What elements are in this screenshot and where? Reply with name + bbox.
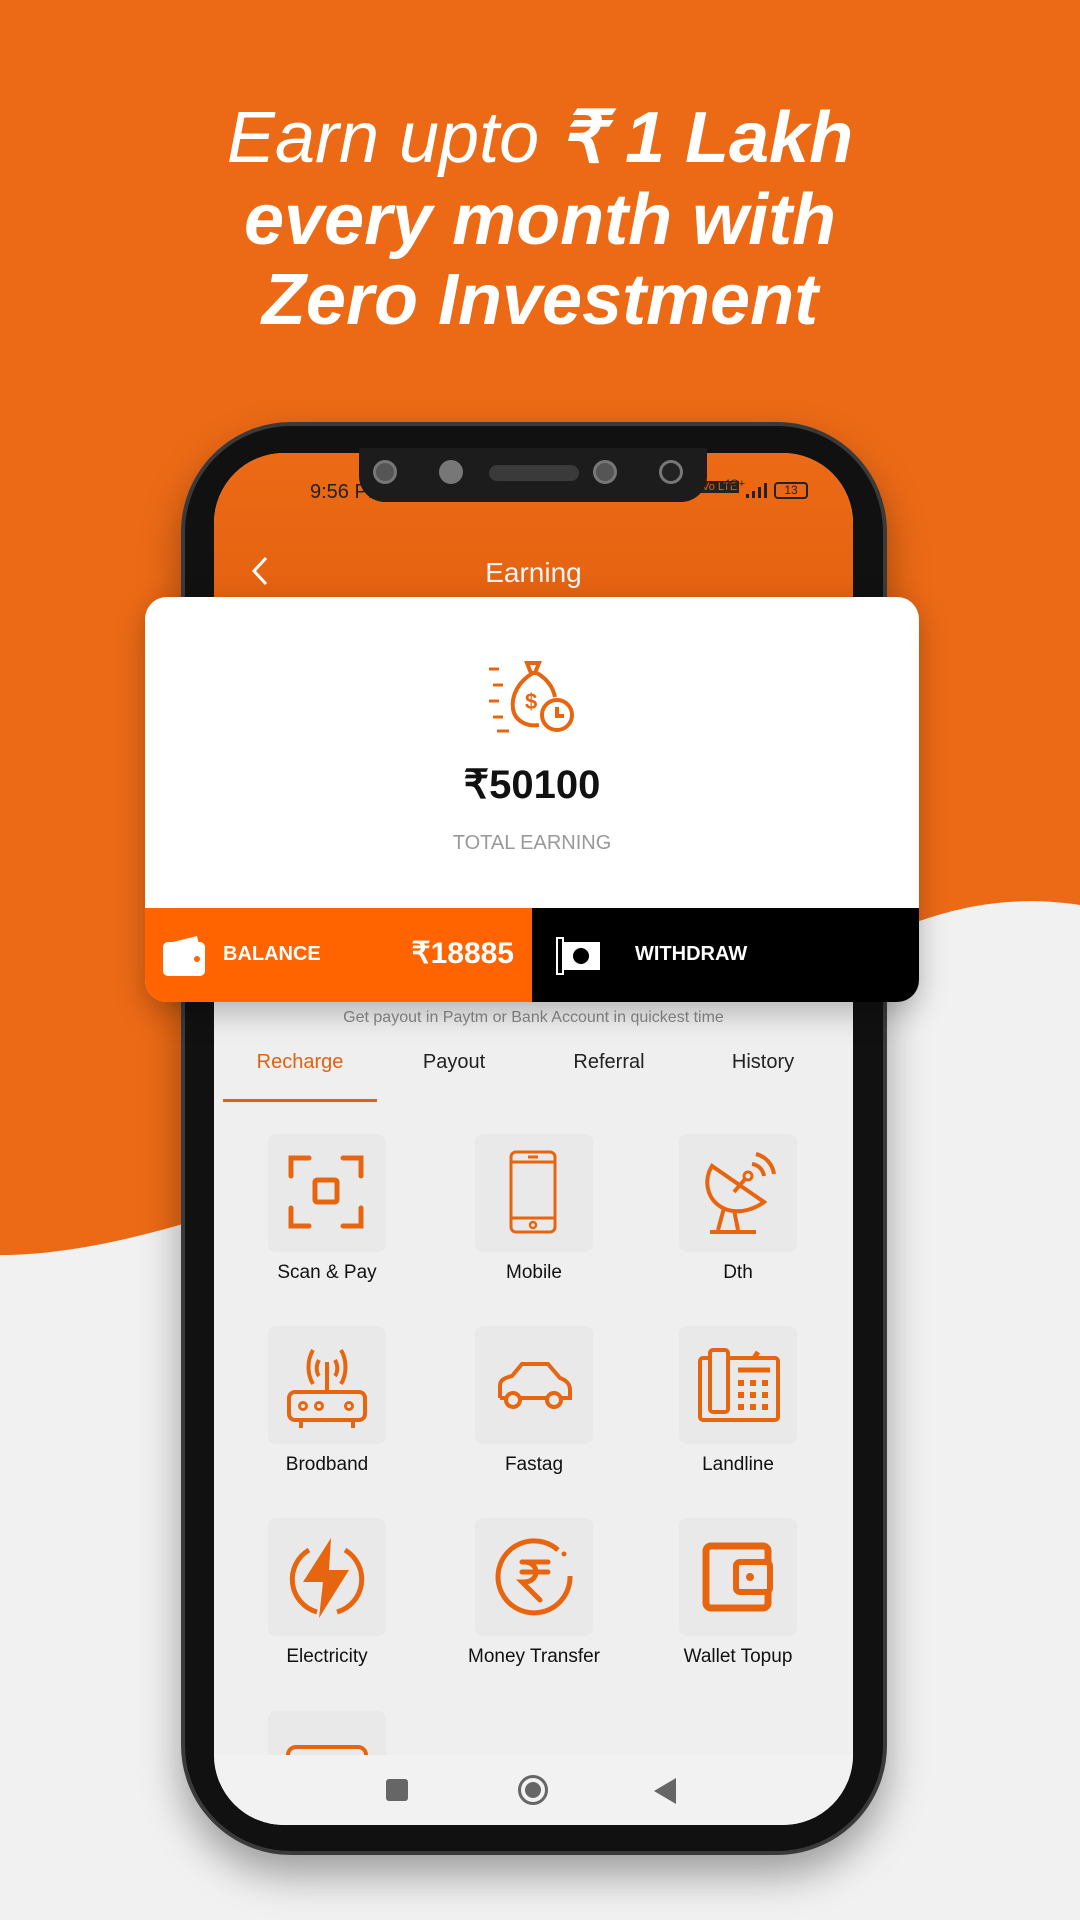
tab-history[interactable]: History [688, 1051, 838, 1074]
service-electricity[interactable] [268, 1518, 386, 1636]
payout-note: Get payout in Paytm or Bank Account in q… [343, 1009, 724, 1026]
service-label: Landline [702, 1454, 774, 1475]
headline-line-3: Zero Investment [261, 260, 819, 340]
balance-section[interactable]: BALANCE ₹18885 [145, 908, 532, 1002]
headline-line-2: every month with [243, 180, 837, 260]
network-label: 4G+ [724, 478, 746, 490]
service-label: Mobile [506, 1262, 562, 1283]
tab-recharge[interactable]: Recharge [225, 1051, 375, 1074]
scan-icon [288, 1155, 364, 1229]
service-label: Money Transfer [468, 1646, 600, 1667]
total-earning-amount: ₹50100 [463, 763, 601, 807]
service-scan-pay[interactable] [268, 1134, 386, 1252]
home-button[interactable] [518, 1775, 548, 1805]
withdraw-button[interactable]: WITHDRAW [532, 908, 919, 1002]
service-label: Electricity [286, 1646, 368, 1667]
nav-bar [214, 1755, 853, 1825]
svg-text:$: $ [525, 689, 537, 714]
service-label: Brodband [285, 1454, 369, 1475]
service-label: Fastag [504, 1454, 564, 1475]
router-icon [287, 1348, 367, 1428]
service-money-transfer[interactable] [475, 1518, 593, 1636]
service-label: Scan & Pay [277, 1262, 377, 1283]
back-nav-button[interactable] [654, 1778, 676, 1809]
cash-icon [556, 936, 602, 981]
wallet-icon [163, 936, 207, 981]
service-dth[interactable] [679, 1134, 797, 1252]
satellite-dish-icon [705, 1152, 776, 1234]
headline-line-1: Earn upto ₹ 1 Lakh [226, 98, 854, 178]
lightning-icon [289, 1538, 365, 1618]
service-landline[interactable] [679, 1326, 797, 1444]
rupee-icon [495, 1538, 573, 1616]
balance-amount: ₹18885 [411, 937, 514, 970]
signal-icon [744, 483, 768, 504]
mobile-icon [509, 1150, 557, 1234]
withdraw-label: WITHDRAW [635, 943, 748, 965]
service-wallet-topup[interactable] [679, 1518, 797, 1636]
balance-label: BALANCE [223, 943, 321, 965]
car-icon [498, 1362, 572, 1409]
phone-notch [359, 448, 707, 502]
earning-card: $ ₹50100 TOTAL EARNING BALANCE ₹18885 WI… [145, 597, 919, 1002]
page-title: Earning [485, 557, 582, 588]
service-brodband[interactable] [268, 1326, 386, 1444]
active-tab-indicator [223, 1099, 377, 1102]
service-mobile[interactable] [475, 1134, 593, 1252]
battery-icon: 13 [774, 482, 808, 499]
total-earning-label: TOTAL EARNING [452, 832, 612, 854]
service-label: Wallet Topup [683, 1646, 793, 1667]
recent-apps-button[interactable] [386, 1779, 408, 1801]
service-label: Dth [723, 1262, 753, 1283]
money-bag-clock-icon: $ [487, 657, 577, 742]
wallet-icon [702, 1542, 773, 1612]
telephone-icon [698, 1348, 780, 1422]
tab-payout[interactable]: Payout [379, 1051, 529, 1074]
tab-referral[interactable]: Referral [534, 1051, 684, 1074]
service-fastag[interactable] [475, 1326, 593, 1444]
